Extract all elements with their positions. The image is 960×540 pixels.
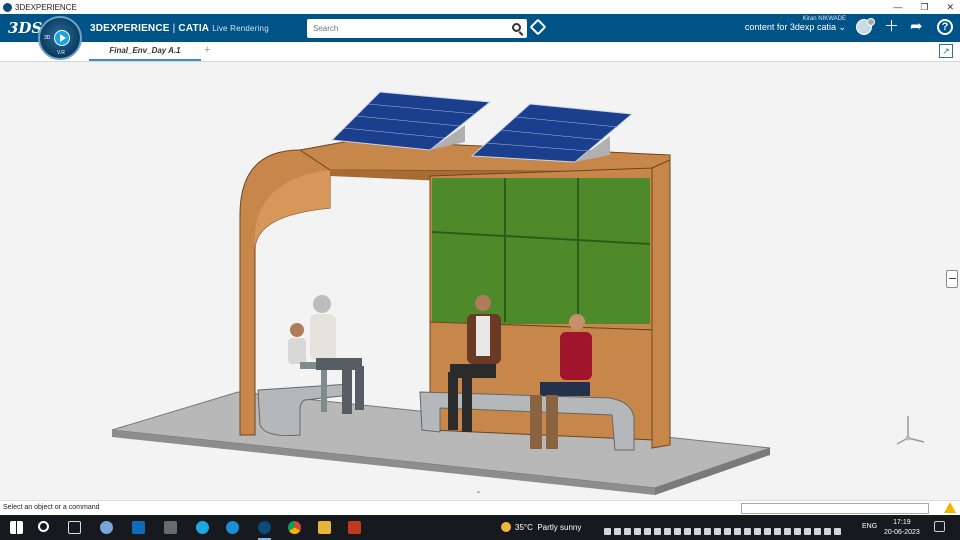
close-icon[interactable]: ✕: [946, 2, 954, 13]
task-view-icon[interactable]: [68, 521, 81, 534]
partly-sunny-icon: [501, 522, 511, 532]
media-app-icon[interactable]: [164, 521, 177, 534]
search-input[interactable]: [313, 24, 503, 33]
window-title: 3DEXPERIENCE: [15, 2, 77, 12]
system-clock[interactable]: 17:19 20-06-2023: [884, 518, 920, 538]
skype-icon[interactable]: [196, 521, 209, 534]
brand-app: CATIA: [178, 23, 210, 34]
warning-icon[interactable]: [944, 502, 956, 513]
powerpoint-icon[interactable]: [348, 521, 361, 534]
search-icon[interactable]: [512, 23, 521, 32]
compass-version-label: V.R: [57, 50, 65, 56]
edge-icon[interactable]: [226, 521, 239, 534]
3d-viewport[interactable]: [0, 62, 960, 500]
side-panel-toggle[interactable]: [946, 270, 958, 288]
help-icon[interactable]: ?: [937, 19, 953, 35]
tab-final-env[interactable]: Final_Env_Day A.1: [89, 42, 201, 61]
shelter-right-pillar: [651, 159, 671, 449]
axis-triad-icon[interactable]: [894, 412, 926, 446]
windows-start-icon[interactable]: [10, 521, 23, 534]
clock-time: 17:19: [893, 519, 911, 526]
window-controls: — ❐ ✕: [893, 0, 954, 14]
chrome-icon[interactable]: [288, 521, 301, 534]
command-input[interactable]: [741, 503, 929, 514]
status-bar: Select an object or a command: [0, 500, 960, 515]
taskbar-search-icon[interactable]: [38, 521, 49, 532]
status-message: Select an object or a command: [3, 504, 100, 511]
3dexperience-taskbar-icon[interactable]: [258, 521, 271, 540]
window-titlebar: 3DEXPERIENCE — ❐ ✕: [0, 0, 960, 14]
weather-temp: 35°C: [515, 523, 533, 532]
add-tab-icon[interactable]: +: [204, 44, 210, 56]
green-wall: [432, 178, 650, 324]
bus-shelter-scene: [111, 91, 771, 495]
compass-widget[interactable]: 3D V.R: [38, 16, 82, 60]
play-icon[interactable]: [54, 30, 70, 46]
weather-app-icon[interactable]: [100, 521, 113, 534]
weather-desc: Partly sunny: [537, 523, 582, 532]
minimize-icon[interactable]: —: [893, 2, 902, 12]
share-icon[interactable]: ➦: [910, 19, 923, 35]
search-box: [307, 19, 527, 38]
windows-taskbar: 35°C Partly sunny ENG 17:19 20-06-2023: [0, 515, 960, 540]
language-indicator[interactable]: ENG: [862, 523, 877, 530]
ds-logo: 3DS: [8, 19, 43, 37]
expand-icon[interactable]: ↗: [939, 44, 953, 58]
outlook-icon[interactable]: [132, 521, 145, 534]
plus-icon[interactable]: ＋: [884, 19, 899, 35]
system-tray[interactable]: [604, 522, 859, 535]
collab-space-selector[interactable]: content for 3dexp catia ⌄: [745, 22, 846, 33]
notification-icon[interactable]: [934, 521, 945, 532]
compass-3d-label: 3D: [44, 35, 51, 41]
app-icon: [3, 2, 12, 12]
brand-platform: 3DEXPERIENCE: [90, 23, 170, 34]
avatar[interactable]: [856, 18, 875, 35]
clock-date: 20-06-2023: [884, 529, 920, 536]
restore-icon[interactable]: ❐: [920, 2, 928, 13]
user-context[interactable]: Kiran NIKWADE content for 3dexp catia ⌄: [745, 16, 846, 33]
weather-widget[interactable]: 35°C Partly sunny: [501, 522, 581, 532]
file-explorer-icon[interactable]: [318, 521, 331, 534]
app-brand: 3DEXPERIENCE | CATIA Live Rendering: [90, 23, 269, 34]
brand-sub: Live Rendering: [212, 24, 269, 33]
solar-panel-left: [330, 91, 492, 151]
chevron-up-icon[interactable]: ⌃: [475, 490, 482, 499]
